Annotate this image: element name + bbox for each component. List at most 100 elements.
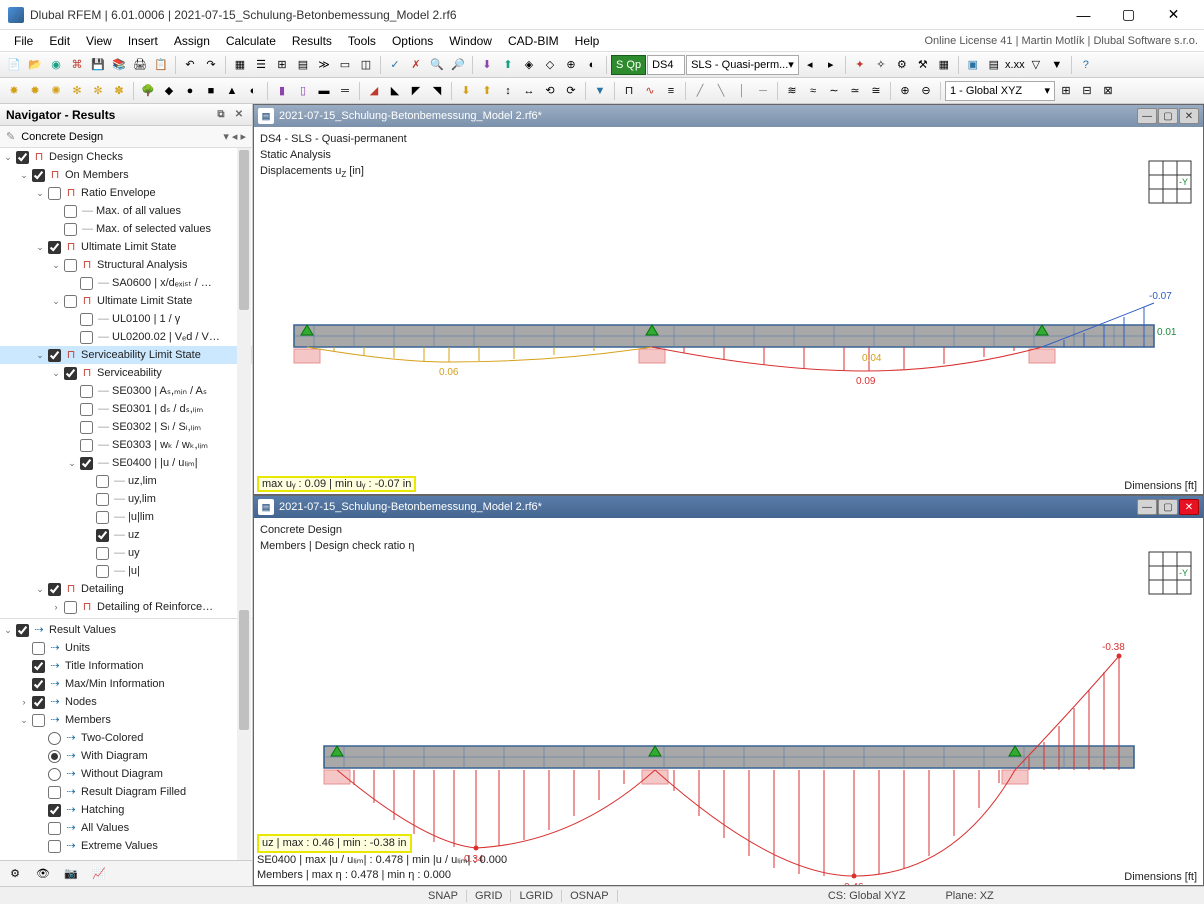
close-button[interactable]: ✕ — [1151, 0, 1196, 30]
rb-two-colored[interactable] — [48, 732, 61, 745]
footer-chart-icon[interactable]: 📈 — [88, 864, 110, 884]
sec3-icon[interactable]: ▬ — [314, 81, 334, 101]
design-icon[interactable]: ◇ — [540, 55, 560, 75]
load-icon[interactable]: ⬇ — [477, 55, 497, 75]
cb-units[interactable] — [32, 642, 45, 655]
e2-icon[interactable]: ⬆ — [477, 81, 497, 101]
view-2-close-icon[interactable]: ✕ — [1179, 499, 1199, 515]
view-2-title[interactable]: ▤ 2021-07-15_Schulung-Betonbemessung_Mod… — [254, 496, 1203, 518]
cb-se0300[interactable] — [80, 385, 93, 398]
g1-icon[interactable]: ⊓ — [619, 81, 639, 101]
e3-icon[interactable]: ↕ — [498, 81, 518, 101]
star-c-icon[interactable]: ✺ — [46, 81, 66, 101]
status-snap[interactable]: SNAP — [420, 890, 467, 902]
i1-icon[interactable]: ≋ — [782, 81, 802, 101]
cloud-icon[interactable]: ◉ — [46, 55, 66, 75]
tree-result-values[interactable]: Result Values — [49, 621, 116, 639]
i3-icon[interactable]: ∼ — [824, 81, 844, 101]
menu-cadbim[interactable]: CAD-BIM — [500, 32, 567, 50]
tree-scrollbar[interactable] — [237, 148, 251, 860]
menu-insert[interactable]: Insert — [120, 32, 166, 50]
cb-det-reinf[interactable] — [64, 601, 77, 614]
star-b-icon[interactable]: ✹ — [25, 81, 45, 101]
e6-icon[interactable]: ⟳ — [561, 81, 581, 101]
cb-serv[interactable] — [64, 367, 77, 380]
h3-icon[interactable]: │ — [732, 81, 752, 101]
maximize-button[interactable]: ▢ — [1106, 0, 1151, 30]
k2-icon[interactable]: ⊟ — [1077, 81, 1097, 101]
tree-serviceability[interactable]: Serviceability — [97, 364, 162, 382]
menu-results[interactable]: Results — [284, 32, 340, 50]
new-icon[interactable]: 📄 — [4, 55, 24, 75]
cb-ratio-env[interactable] — [48, 187, 61, 200]
xxx-icon[interactable]: x.xx — [1005, 55, 1025, 75]
relations-icon[interactable]: ⌘ — [67, 55, 87, 75]
tree-uylim[interactable]: uy,lim — [128, 490, 156, 508]
addon-icon[interactable]: ⊕ — [561, 55, 581, 75]
menu-tools[interactable]: Tools — [340, 32, 384, 50]
cb-result-values[interactable] — [16, 624, 29, 637]
cb-sls[interactable] — [48, 349, 61, 362]
cb-u[interactable] — [96, 565, 109, 578]
footer-camera-icon[interactable]: 📷 — [60, 864, 82, 884]
cb-title-info[interactable] — [32, 660, 45, 673]
menu-file[interactable]: File — [6, 32, 41, 50]
cb-ul0100[interactable] — [80, 313, 93, 326]
star-d-icon[interactable]: ✻ — [67, 81, 87, 101]
shape1-icon[interactable]: ◆ — [159, 81, 179, 101]
tool3-icon[interactable]: ▦ — [934, 55, 954, 75]
cb-se0400[interactable] — [80, 457, 93, 470]
rb-without-diagram[interactable] — [48, 768, 61, 781]
cb-on-members[interactable] — [32, 169, 45, 182]
status-grid[interactable]: GRID — [467, 890, 512, 902]
cb-res-filled[interactable] — [48, 786, 61, 799]
tree-without-diagram[interactable]: Without Diagram — [81, 765, 163, 783]
cb-hatching[interactable] — [48, 804, 61, 817]
star-f-icon[interactable]: ✽ — [109, 81, 129, 101]
find-icon[interactable]: 🔎 — [448, 55, 468, 75]
loadcase-dropdown[interactable]: SLS - Quasi-perm...▾ — [686, 55, 799, 75]
filter-icon[interactable]: ▽ — [1026, 55, 1046, 75]
print-icon[interactable]: 🖨 — [130, 55, 150, 75]
tree-uy[interactable]: uy — [128, 544, 140, 562]
saveall-icon[interactable]: 📚 — [109, 55, 129, 75]
navigator-tree[interactable]: ⌄⊓Design Checks ⌄⊓On Members ⌄⊓Ratio Env… — [0, 148, 252, 860]
k1-icon[interactable]: ⊞ — [1056, 81, 1076, 101]
cb-nodes[interactable] — [32, 696, 45, 709]
tree-u[interactable]: |u| — [128, 562, 140, 580]
redo-icon[interactable]: ↷ — [201, 55, 221, 75]
tree-se0400[interactable]: SE0400 | |u / uₗᵢₘ| — [112, 454, 198, 472]
footer-settings-icon[interactable]: ⚙ — [4, 864, 26, 884]
tree-with-diagram[interactable]: With Diagram — [81, 747, 148, 765]
tree-se0302[interactable]: SE0302 | Sₗ / Sₗ,ₗᵢₘ — [112, 418, 201, 436]
view-1-title[interactable]: ▤ 2021-07-15_Schulung-Betonbemessung_Mod… — [254, 105, 1203, 127]
d1-icon[interactable]: ◢ — [364, 81, 384, 101]
tree-sa0600[interactable]: SA0600 | x/dₑₓᵢₛₜ / … — [112, 274, 212, 292]
tree-two-colored[interactable]: Two-Colored — [81, 729, 143, 747]
cb-se0301[interactable] — [80, 403, 93, 416]
view-1-max-icon[interactable]: ▢ — [1158, 108, 1178, 124]
menu-assign[interactable]: Assign — [166, 32, 218, 50]
cb-design-checks[interactable] — [16, 151, 29, 164]
cb-se0303[interactable] — [80, 439, 93, 452]
menu-edit[interactable]: Edit — [41, 32, 78, 50]
cb-detailing[interactable] — [48, 583, 61, 596]
tree-detailing[interactable]: Detailing — [81, 580, 124, 598]
star-a-icon[interactable]: ✸ — [4, 81, 24, 101]
view-1-axes-icon[interactable]: -Y — [1145, 157, 1195, 207]
h4-icon[interactable]: ─ — [753, 81, 773, 101]
e5-icon[interactable]: ⟲ — [540, 81, 560, 101]
window-icon[interactable]: ▭ — [335, 55, 355, 75]
options-icon[interactable]: ▤ — [293, 55, 313, 75]
status-osnap[interactable]: OSNAP — [562, 890, 618, 902]
calc2-icon[interactable]: ✗ — [406, 55, 426, 75]
e1-icon[interactable]: ⬇ — [456, 81, 476, 101]
cb-members[interactable] — [32, 714, 45, 727]
magnify-icon[interactable]: 🔍 — [427, 55, 447, 75]
cb-uy[interactable] — [96, 547, 109, 560]
grid-icon[interactable]: ⊞ — [272, 55, 292, 75]
j1-icon[interactable]: ⊕ — [895, 81, 915, 101]
view1-icon[interactable]: ▣ — [963, 55, 983, 75]
cb-uylim[interactable] — [96, 493, 109, 506]
shape2-icon[interactable]: ● — [180, 81, 200, 101]
